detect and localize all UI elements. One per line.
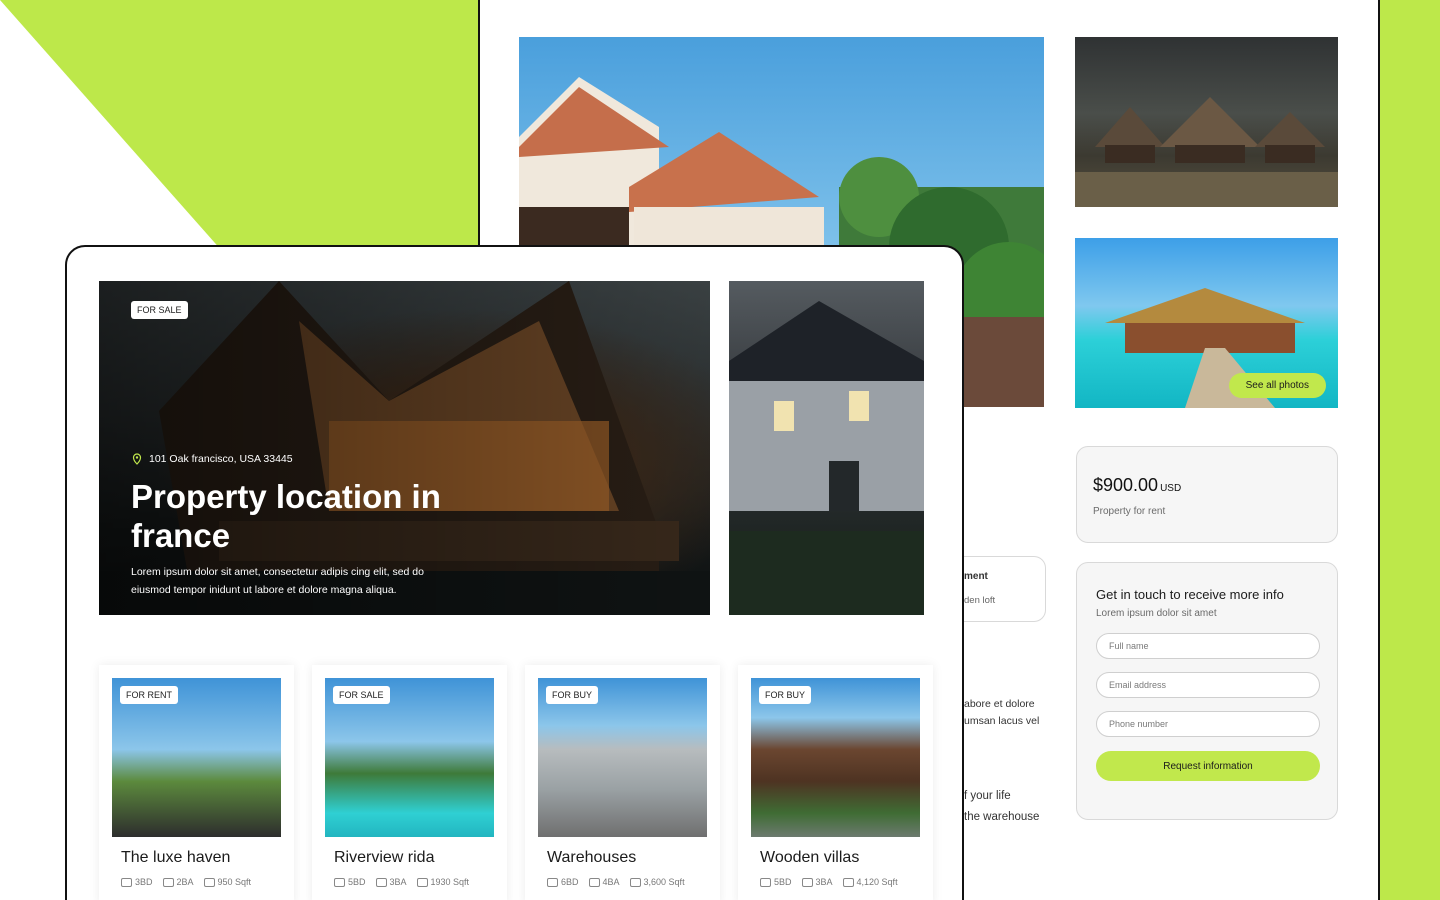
listing-tag: FOR BUY xyxy=(759,686,812,704)
listing-card[interactable]: FOR SALE Riverview rida 5BD 3BA 1930 Sqf… xyxy=(312,665,507,900)
baths: 3BA xyxy=(389,877,407,887)
bed-icon xyxy=(547,877,558,887)
listing-card[interactable]: FOR RENT The luxe haven 3BD 2BA 950 Sqft xyxy=(99,665,294,900)
bath-icon xyxy=(588,877,600,887)
partial-text: abore et dolore xyxy=(964,698,1035,710)
contact-title: Get in touch to receive more info xyxy=(1096,587,1284,602)
water-villa-photo[interactable]: See all photos xyxy=(1075,238,1338,408)
partial-text: f your life xyxy=(964,790,1011,802)
beds: 3BD xyxy=(135,877,153,887)
area-icon xyxy=(203,877,215,887)
background-lime-triangle xyxy=(0,0,480,260)
partial-text: den loft xyxy=(964,595,996,606)
bed-icon xyxy=(334,877,345,887)
listing-tag: FOR BUY xyxy=(546,686,599,704)
listing-title[interactable]: Warehouses xyxy=(547,849,636,867)
request-information-button[interactable]: Request information xyxy=(1096,751,1320,781)
contact-form: Get in touch to receive more info Lorem … xyxy=(1076,562,1338,820)
partial-text: ment xyxy=(964,571,988,582)
hero-title: Property location in france xyxy=(131,478,441,554)
baths: 4BA xyxy=(602,877,620,887)
contact-subtitle: Lorem ipsum dolor sit amet xyxy=(1096,608,1217,619)
listing-tag: FOR SALE xyxy=(333,686,390,704)
bath-icon xyxy=(162,877,174,887)
price: $900.00 USD xyxy=(1093,475,1182,495)
background-lime-right xyxy=(1380,0,1440,900)
bed-icon xyxy=(121,877,132,887)
price-card: $900.00 USD Property for rent xyxy=(1076,446,1338,543)
hero-banner[interactable]: FOR SALE 101 Oak francisco, USA 33445 Pr… xyxy=(99,281,710,615)
area: 4,120 Sqft xyxy=(856,877,898,887)
email-input[interactable]: Email address xyxy=(1096,672,1320,698)
hero-description: Lorem ipsum dolor sit amet, consectetur … xyxy=(131,566,424,596)
full-name-input[interactable]: Full name xyxy=(1096,633,1320,659)
listing-title[interactable]: Wooden villas xyxy=(760,849,859,867)
beds: 5BD xyxy=(348,877,366,887)
listing-tag: FOR RENT xyxy=(120,686,178,704)
beds: 6BD xyxy=(561,877,579,887)
baths: 3BA xyxy=(815,877,833,887)
listing-meta: 6BD 4BA 3,600 Sqft xyxy=(547,877,685,887)
listing-meta: 5BD 3BA 4,120 Sqft xyxy=(760,877,898,887)
listing-title[interactable]: Riverview rida xyxy=(334,849,434,867)
see-all-photos-button[interactable]: See all photos xyxy=(1228,373,1326,398)
hero-address: 101 Oak francisco, USA 33445 xyxy=(131,453,293,465)
area-icon xyxy=(629,877,641,887)
bed-icon xyxy=(760,877,771,887)
location-pin-icon xyxy=(132,453,142,465)
bath-icon xyxy=(801,877,813,887)
baths: 2BA xyxy=(176,877,194,887)
listing-title[interactable]: The luxe haven xyxy=(121,849,230,867)
listing-meta: 3BD 2BA 950 Sqft xyxy=(121,877,251,887)
area-icon xyxy=(416,877,428,887)
partial-text: umsan lacus vel xyxy=(964,715,1040,727)
area: 1930 Sqft xyxy=(430,877,470,887)
area: 3,600 Sqft xyxy=(643,877,685,887)
listing-card[interactable]: FOR BUY Wooden villas 5BD 3BA 4,120 Sqft xyxy=(738,665,933,900)
hero-tag: FOR SALE xyxy=(131,301,188,319)
phone-input[interactable]: Phone number xyxy=(1096,711,1320,737)
thatched-houses-photo[interactable] xyxy=(1075,37,1338,207)
price-subtitle: Property for rent xyxy=(1093,506,1166,517)
side-house-photo[interactable] xyxy=(729,281,924,615)
hero-address-text: 101 Oak francisco, USA 33445 xyxy=(149,453,293,465)
partial-text: the warehouse xyxy=(964,811,1040,823)
listing-card[interactable]: FOR BUY Warehouses 6BD 4BA 3,600 Sqft xyxy=(525,665,720,900)
area-icon xyxy=(842,877,854,887)
bath-icon xyxy=(375,877,387,887)
listing-meta: 5BD 3BA 1930 Sqft xyxy=(334,877,469,887)
listings-window: FOR SALE 101 Oak francisco, USA 33445 Pr… xyxy=(65,245,964,900)
area: 950 Sqft xyxy=(217,877,252,887)
beds: 5BD xyxy=(774,877,792,887)
partial-info-card xyxy=(964,556,1046,622)
